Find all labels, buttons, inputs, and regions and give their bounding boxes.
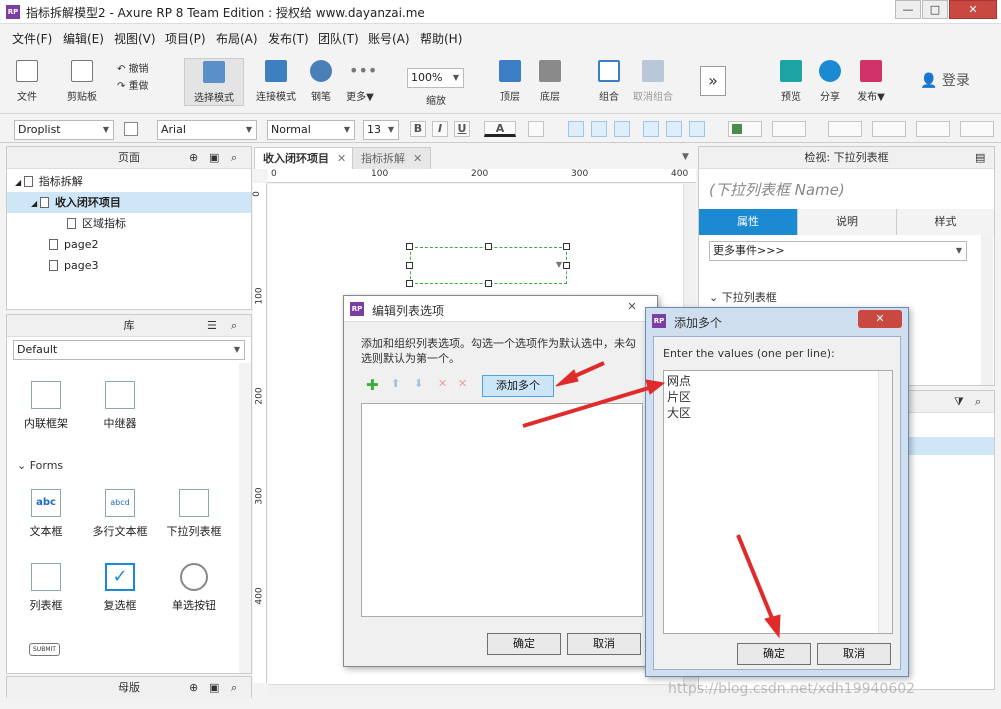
arrow-head [555, 369, 579, 387]
arrow-head [764, 614, 781, 639]
arrow-to-add-dialog [522, 385, 653, 428]
annotation-arrows [522, 361, 781, 639]
arrow-head [645, 379, 666, 395]
arrow-to-ok-button [736, 534, 776, 624]
watermark: https://blog.csdn.net/xdh19940602 [668, 681, 916, 697]
